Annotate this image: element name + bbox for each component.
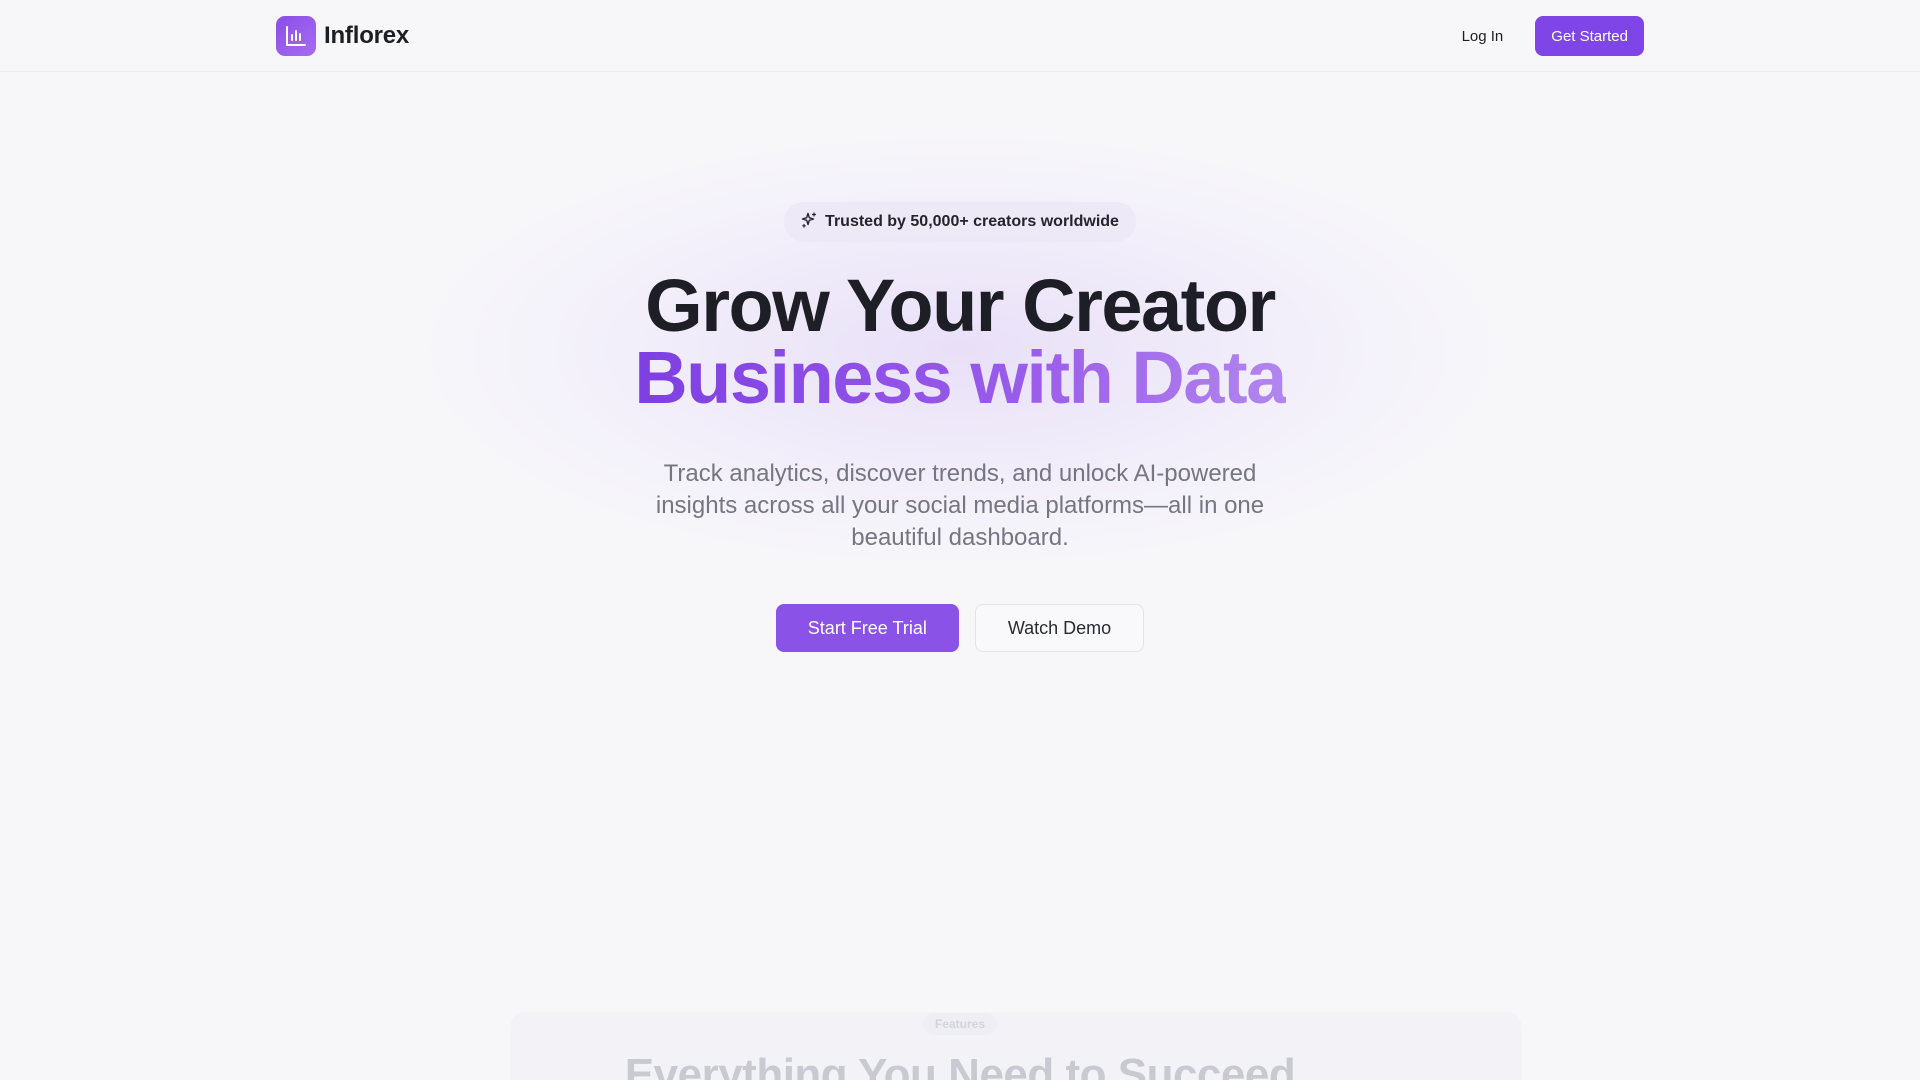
- trust-badge-text: Trusted by 50,000+ creators worldwide: [825, 213, 1119, 230]
- watch-demo-button[interactable]: Watch Demo: [974, 604, 1145, 652]
- sparkles-icon: [801, 211, 817, 233]
- brand-name: Inflorex: [324, 22, 410, 49]
- login-button[interactable]: Log In: [1448, 18, 1518, 55]
- hero-cta-row: Start Free Trial Watch Demo: [0, 604, 1920, 652]
- hero-subtitle: Track analytics, discover trends, and un…: [655, 460, 1265, 551]
- features-tag-label: Features: [922, 1013, 998, 1035]
- trust-badge: Trusted by 50,000+ creators worldwide: [784, 202, 1136, 242]
- hero-title: Grow Your Creator Business with Data: [0, 264, 1920, 419]
- nav-actions: Log In Get Started: [1448, 16, 1644, 56]
- features-title: Everything You Need to Succeed: [624, 1050, 1296, 1080]
- landing-page: Inflorex Log In Get Started Trusted by 5…: [0, 0, 1920, 1080]
- bar-chart-icon: [276, 16, 316, 56]
- get-started-button[interactable]: Get Started: [1535, 16, 1644, 56]
- hero-title-line-2: Business with Data: [634, 336, 1287, 419]
- features-tag: Features: [0, 1013, 1920, 1035]
- start-free-trial-button[interactable]: Start Free Trial: [775, 604, 959, 652]
- brand-logo-link[interactable]: Inflorex: [276, 16, 409, 56]
- hero-title-line-1: Grow Your Creator: [645, 264, 1276, 347]
- top-navigation: Inflorex Log In Get Started: [0, 0, 1920, 72]
